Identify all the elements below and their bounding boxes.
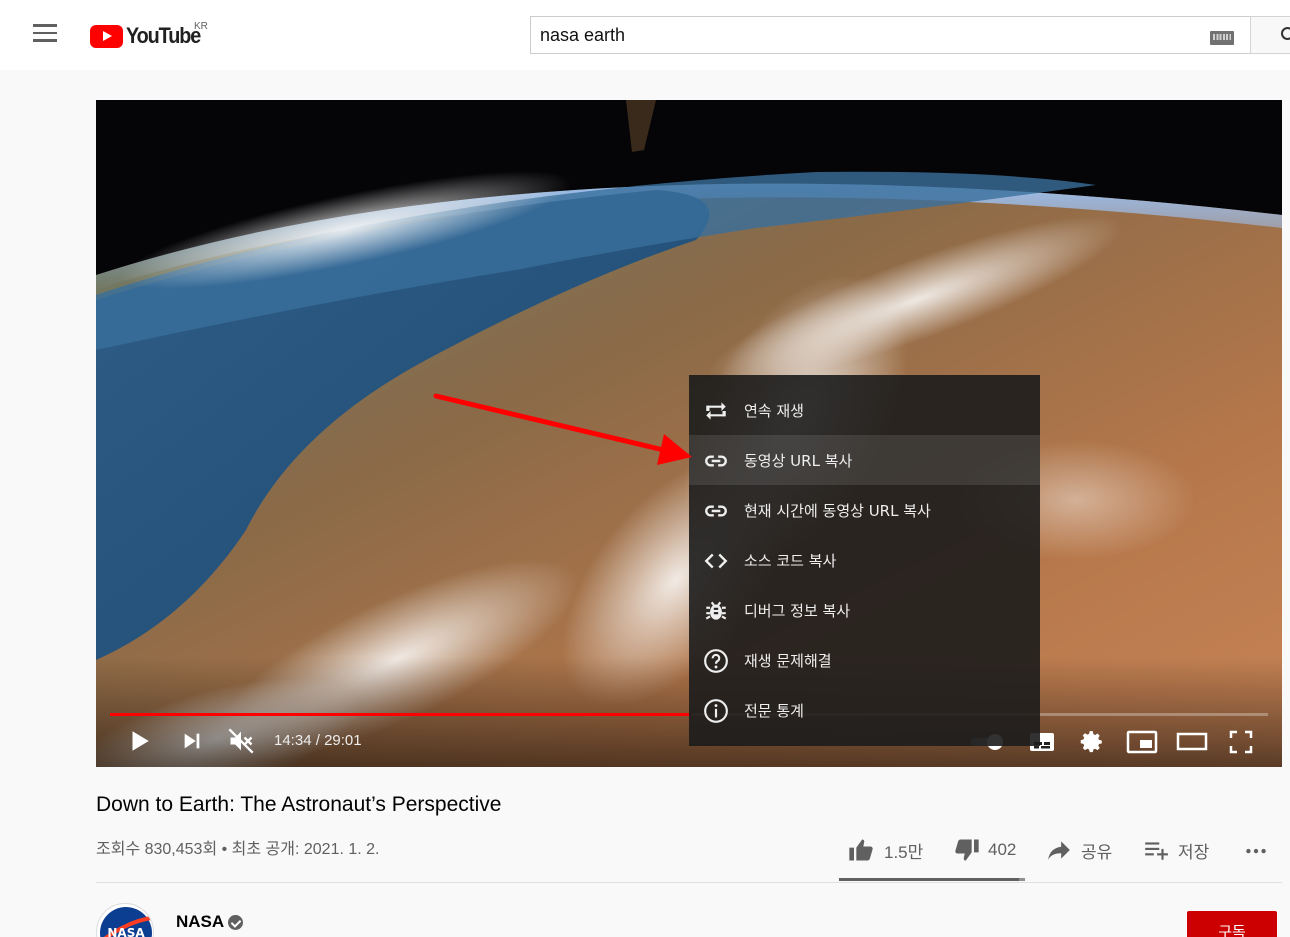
dislike-icon	[955, 839, 979, 861]
search-input[interactable]: nasa earth	[530, 16, 1250, 54]
save-label: 저장	[1178, 842, 1210, 862]
divider	[96, 882, 1282, 883]
player-context-menu: 연속 재생 동영상 URL 복사 현재 시간에 동영상 URL 복사 소스 코드…	[689, 375, 1040, 746]
time-current: 14:34	[274, 732, 312, 749]
search-button[interactable]	[1250, 16, 1290, 54]
subscribe-button[interactable]: 구독	[1187, 911, 1277, 937]
like-button[interactable]: 1.5만	[846, 832, 923, 868]
loop-icon	[706, 402, 726, 420]
mute-icon[interactable]	[227, 727, 255, 755]
avatar[interactable]: NASA	[96, 903, 154, 937]
progress-fill	[110, 713, 692, 716]
playlist-add-icon	[1145, 842, 1168, 860]
more-icon	[1246, 848, 1266, 854]
link-icon	[705, 505, 727, 517]
country-code: KR	[194, 21, 208, 32]
info-icon	[704, 699, 728, 723]
logo-text: YouTube	[126, 23, 201, 48]
help-icon	[704, 649, 728, 673]
youtube-logo[interactable]: YouTube	[90, 22, 208, 50]
miniplayer-icon[interactable]	[1126, 730, 1158, 754]
subscribe-label: 구독	[1218, 923, 1246, 937]
like-ratio-bar	[839, 878, 1025, 881]
keyboard-icon[interactable]	[1210, 31, 1234, 45]
channel-name[interactable]: NASA	[176, 912, 224, 932]
menu-item-copy-url-at-time[interactable]: 현재 시간에 동영상 URL 복사	[689, 485, 1040, 535]
time-separator: /	[315, 732, 320, 749]
search-query: nasa earth	[540, 25, 626, 45]
search-icon	[1281, 27, 1290, 40]
like-count: 1.5만	[884, 842, 924, 862]
dislike-count: 402	[988, 840, 1017, 859]
video-title: Down to Earth: The Astronaut’s Perspecti…	[96, 793, 502, 816]
menu-item-loop[interactable]: 연속 재생	[689, 385, 1040, 435]
menu-icon[interactable]	[30, 24, 60, 46]
next-icon[interactable]	[181, 730, 203, 752]
menu-item-label: 현재 시간에 동영상 URL 복사	[744, 502, 931, 520]
menu-item-label: 연속 재생	[744, 402, 804, 420]
menu-item-copy-debug-info[interactable]: 디버그 정보 복사	[689, 585, 1040, 635]
masthead: YouTube KR nasa earth	[0, 0, 1290, 70]
bug-icon	[705, 601, 727, 620]
nasa-logo: NASA	[100, 907, 152, 937]
link-icon	[705, 455, 727, 467]
menu-item-copy-embed-code[interactable]: 소스 코드 복사	[689, 535, 1040, 585]
verified-icon	[228, 915, 243, 930]
youtube-play-icon	[90, 24, 123, 48]
avatar-text: NASA	[107, 926, 145, 937]
time-display: 14:34 / 29:01	[274, 732, 362, 749]
play-icon[interactable]	[126, 728, 152, 754]
menu-item-label: 디버그 정보 복사	[744, 602, 851, 620]
menu-item-label: 재생 문제해결	[744, 652, 832, 670]
fullscreen-icon[interactable]	[1229, 730, 1253, 754]
like-ratio-fill	[839, 878, 1020, 881]
menu-item-copy-url[interactable]: 동영상 URL 복사	[689, 435, 1040, 485]
share-icon	[1048, 841, 1070, 860]
theater-icon[interactable]	[1176, 732, 1208, 752]
menu-item-label: 동영상 URL 복사	[744, 452, 853, 470]
menu-item-label: 소스 코드 복사	[744, 552, 837, 570]
menu-item-label: 전문 통계	[744, 702, 804, 720]
video-meta: 조회수 830,453회 • 최초 공개: 2021. 1. 2.	[96, 841, 380, 858]
save-button[interactable]: 저장	[1142, 832, 1209, 868]
like-icon	[849, 839, 873, 861]
code-icon	[704, 553, 728, 569]
menu-item-stats-for-nerds[interactable]: 전문 통계	[689, 685, 1040, 735]
share-button[interactable]: 공유	[1045, 832, 1112, 868]
settings-icon[interactable]	[1079, 729, 1105, 755]
time-total: 29:01	[324, 732, 362, 749]
more-actions-button[interactable]	[1242, 832, 1270, 868]
menu-item-troubleshoot[interactable]: 재생 문제해결	[689, 635, 1040, 685]
share-label: 공유	[1081, 842, 1113, 862]
dislike-button[interactable]: 402	[952, 832, 1016, 868]
